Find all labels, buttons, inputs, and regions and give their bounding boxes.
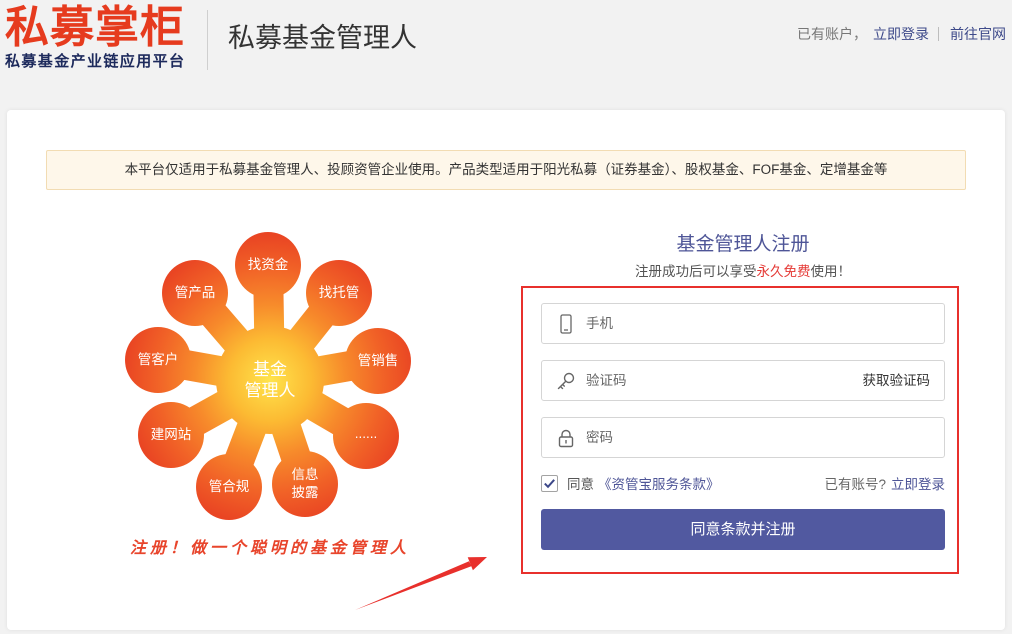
flower-illustration: 基金 管理人 找资金 找托管 管销售 ...... 信息 披露 管合规 建网站 … xyxy=(110,228,430,528)
register-card: 本平台仅适用于私募基金管理人、投顾资管企业使用。产品类型适用于阳光私募（证券基金… xyxy=(7,110,1005,630)
password-input[interactable] xyxy=(586,418,934,457)
phone-input[interactable] xyxy=(586,304,934,343)
petal-label: 找托管 xyxy=(318,285,360,300)
logo-subtitle: 私募基金产业链应用平台 xyxy=(5,53,186,70)
petal-label: 找资金 xyxy=(247,257,289,272)
petal-label: 管销售 xyxy=(357,353,399,368)
agreement-row: 同意 《资管宝服务条款》 已有账号? 立即登录 xyxy=(541,473,945,493)
petal-label: 管产品 xyxy=(174,285,216,300)
agree-checkbox[interactable] xyxy=(541,474,558,492)
account-prompt: 已有账户， xyxy=(797,26,867,42)
lock-icon xyxy=(556,428,576,448)
submit-register-button[interactable]: 同意条款并注册 xyxy=(541,509,945,550)
get-code-button[interactable]: 获取验证码 xyxy=(863,361,931,400)
register-login-link[interactable]: 立即登录 xyxy=(891,473,945,493)
logo-title[interactable]: 私募掌柜 xyxy=(5,5,185,51)
official-site-link[interactable]: 前往官网 xyxy=(950,24,1006,44)
arrow-icon xyxy=(355,557,487,610)
code-field: 获取验证码 xyxy=(541,360,945,401)
petal-label: 管客户 xyxy=(137,352,179,367)
arrow-head xyxy=(467,557,487,571)
subtitle-highlight: 永久免费 xyxy=(756,264,811,279)
petal-label: ...... xyxy=(354,426,378,441)
agreement-right: 已有账号? 立即登录 xyxy=(824,473,945,493)
top-links: 已有账户， 立即登录 前往官网 xyxy=(797,24,1006,44)
key-icon xyxy=(556,371,576,391)
petal-label: 信息 披露 xyxy=(291,467,319,500)
phone-icon xyxy=(556,314,576,334)
code-input[interactable] xyxy=(586,361,844,400)
terms-link[interactable]: 《资管宝服务条款》 xyxy=(598,473,720,493)
petal-label: 管合规 xyxy=(208,479,250,494)
subtitle-prefix: 注册成功后可以享受 xyxy=(635,264,757,279)
password-field xyxy=(541,417,945,458)
flower-center-label: 基金 管理人 xyxy=(245,359,296,401)
phone-field xyxy=(541,303,945,344)
subtitle-suffix: 使用！ xyxy=(810,264,852,279)
petal-label: 建网站 xyxy=(150,427,192,442)
link-divider xyxy=(938,27,939,41)
header-login-link[interactable]: 立即登录 xyxy=(873,24,929,44)
agree-label: 同意 xyxy=(567,477,594,492)
page-title: 私募基金管理人 xyxy=(228,23,417,53)
arrow-shaft xyxy=(355,561,472,610)
register-title: 基金管理人注册 xyxy=(676,234,810,255)
center-label-line1: 基金 xyxy=(253,360,287,379)
notice-banner: 本平台仅适用于私募基金管理人、投顾资管企业使用。产品类型适用于阳光私募（证券基金… xyxy=(46,150,966,190)
checkmark-icon xyxy=(544,478,555,488)
agreement-left: 同意 《资管宝服务条款》 xyxy=(541,473,720,493)
header-divider xyxy=(207,10,208,70)
has-account-label: 已有账号? xyxy=(824,477,886,492)
center-label-line2: 管理人 xyxy=(244,381,296,400)
register-subtitle: 注册成功后可以享受永久免费使用！ xyxy=(593,263,893,281)
